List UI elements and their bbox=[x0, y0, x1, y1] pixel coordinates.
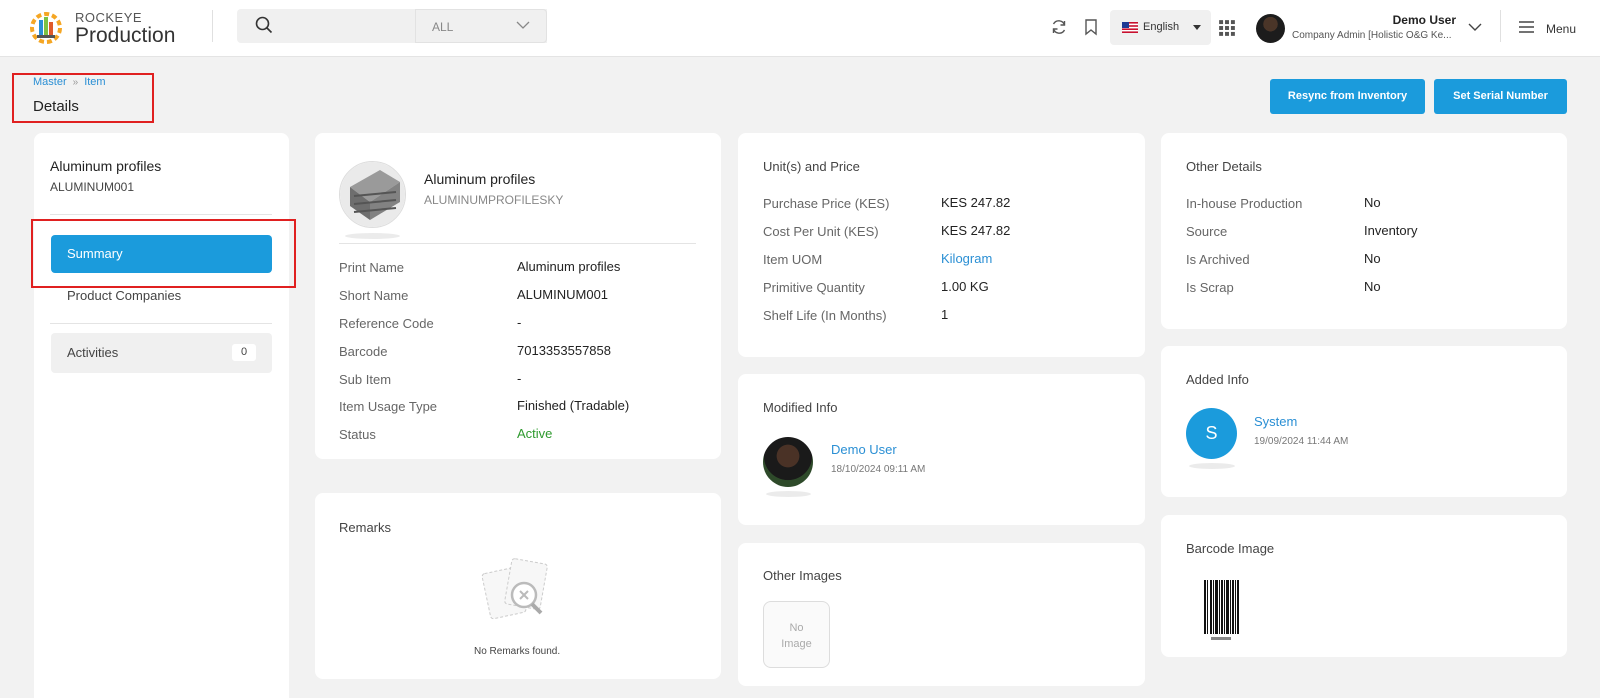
refresh-icon[interactable] bbox=[1050, 18, 1068, 36]
field-value: Inventory bbox=[1364, 223, 1418, 238]
resync-from-inventory-button[interactable]: Resync from Inventory bbox=[1270, 79, 1425, 114]
divider bbox=[50, 323, 272, 324]
added-info-title: Added Info bbox=[1186, 372, 1249, 387]
added-by-link[interactable]: System bbox=[1254, 414, 1297, 429]
bookmark-icon[interactable] bbox=[1082, 18, 1100, 36]
modified-info-title: Modified Info bbox=[763, 400, 838, 415]
caret-down-icon bbox=[1193, 25, 1201, 30]
search-icon[interactable] bbox=[255, 16, 273, 34]
search-filter-select[interactable]: ALL bbox=[415, 9, 547, 43]
activities-label: Activities bbox=[67, 345, 119, 360]
field-label: In-house Production bbox=[1186, 196, 1303, 211]
status-badge: Active bbox=[517, 426, 553, 441]
field-label: Short Name bbox=[339, 288, 409, 303]
no-image-placeholder: No Image bbox=[763, 601, 830, 668]
no-image-text: Image bbox=[781, 638, 812, 650]
field-value: No bbox=[1364, 279, 1381, 294]
avatar-shadow bbox=[766, 491, 811, 497]
no-remarks-text: No Remarks found. bbox=[474, 646, 561, 657]
divider bbox=[50, 214, 272, 215]
field-value: - bbox=[517, 371, 522, 386]
field-value: No bbox=[1364, 195, 1381, 210]
language-label: English bbox=[1143, 21, 1180, 33]
user-name[interactable]: Demo User bbox=[1393, 13, 1456, 27]
field-value: 7013353557858 bbox=[517, 343, 611, 358]
top-bar: ROCKEYE Production ALL English Demo User… bbox=[0, 0, 1600, 57]
field-label: Primitive Quantity bbox=[763, 280, 865, 295]
hamburger-menu-icon[interactable] bbox=[1518, 20, 1535, 34]
highlight-box-summary bbox=[31, 219, 296, 288]
no-image-text: No bbox=[789, 622, 804, 634]
search-filter-value: ALL bbox=[432, 20, 454, 34]
uom-link[interactable]: Kilogram bbox=[941, 251, 992, 266]
us-flag-icon bbox=[1122, 22, 1138, 33]
chevron-down-icon bbox=[516, 21, 530, 29]
item-card-sku: ALUMINUMPROFILESKY bbox=[424, 193, 564, 207]
aluminum-profiles-image-icon bbox=[340, 162, 405, 227]
user-avatar[interactable] bbox=[1256, 14, 1285, 43]
field-label: Purchase Price (KES) bbox=[763, 196, 890, 211]
barcode-image-title: Barcode Image bbox=[1186, 541, 1275, 556]
remarks-title: Remarks bbox=[339, 520, 392, 535]
field-label: Print Name bbox=[339, 260, 405, 275]
item-code: ALUMINUM001 bbox=[50, 180, 135, 194]
modified-by-link[interactable]: Demo User bbox=[831, 442, 897, 457]
field-value: Finished (Tradable) bbox=[517, 398, 630, 413]
field-label: Shelf Life (In Months) bbox=[763, 308, 887, 323]
field-label: Item UOM bbox=[763, 252, 823, 267]
field-value: 1 bbox=[941, 307, 949, 322]
menu-label[interactable]: Menu bbox=[1546, 22, 1576, 36]
field-label: Reference Code bbox=[339, 316, 434, 331]
field-label: Is Archived bbox=[1186, 252, 1250, 267]
divider bbox=[339, 243, 696, 244]
field-label: Cost Per Unit (KES) bbox=[763, 224, 879, 239]
field-value: - bbox=[517, 315, 522, 330]
other-details-title: Other Details bbox=[1186, 159, 1262, 174]
field-value: ALUMINUM001 bbox=[517, 287, 609, 302]
other-images-title: Other Images bbox=[763, 568, 842, 583]
nav-product-companies[interactable]: Product Companies bbox=[67, 288, 181, 303]
creator-avatar[interactable]: S bbox=[1186, 408, 1237, 459]
field-value: 1.00 KG bbox=[941, 279, 989, 294]
rockeye-logo-icon[interactable] bbox=[28, 10, 64, 46]
user-role: Company Admin [Holistic O&G Ke... bbox=[1292, 30, 1452, 41]
brand-title: Production bbox=[75, 24, 176, 47]
left-panel bbox=[34, 133, 289, 698]
field-value: KES 247.82 bbox=[941, 223, 1011, 238]
modifier-avatar[interactable] bbox=[763, 437, 813, 487]
barcode-image[interactable] bbox=[1203, 580, 1239, 642]
image-shadow bbox=[345, 233, 400, 239]
language-select[interactable]: English bbox=[1110, 10, 1211, 45]
field-label: Sub Item bbox=[339, 372, 392, 387]
field-value: Aluminum profiles bbox=[517, 259, 621, 274]
added-timestamp: 19/09/2024 11:44 AM bbox=[1254, 436, 1349, 447]
item-name: Aluminum profiles bbox=[50, 158, 162, 174]
field-label: Source bbox=[1186, 224, 1228, 239]
modified-timestamp: 18/10/2024 09:11 AM bbox=[831, 464, 926, 475]
nav-activities[interactable]: Activities 0 bbox=[51, 333, 272, 373]
set-serial-number-button[interactable]: Set Serial Number bbox=[1434, 79, 1567, 114]
brand-subtitle: ROCKEYE bbox=[75, 10, 143, 25]
divider bbox=[212, 10, 213, 42]
field-value: No bbox=[1364, 251, 1381, 266]
field-value: KES 247.82 bbox=[941, 195, 1011, 210]
avatar-shadow bbox=[1189, 463, 1235, 469]
field-label: Is Scrap bbox=[1186, 280, 1234, 295]
field-label: Status bbox=[339, 427, 376, 442]
field-label: Item Usage Type bbox=[339, 399, 438, 414]
activities-count-badge: 0 bbox=[232, 344, 256, 361]
highlight-box-header bbox=[12, 73, 154, 123]
empty-remarks-illustration-icon bbox=[481, 558, 548, 620]
user-menu-chevron-icon[interactable] bbox=[1468, 23, 1482, 32]
apps-grid-icon[interactable] bbox=[1218, 19, 1236, 37]
item-image[interactable] bbox=[339, 161, 406, 228]
divider bbox=[1500, 10, 1501, 42]
field-label: Barcode bbox=[339, 344, 388, 359]
units-price-title: Unit(s) and Price bbox=[763, 159, 860, 174]
item-card-name: Aluminum profiles bbox=[424, 171, 536, 187]
